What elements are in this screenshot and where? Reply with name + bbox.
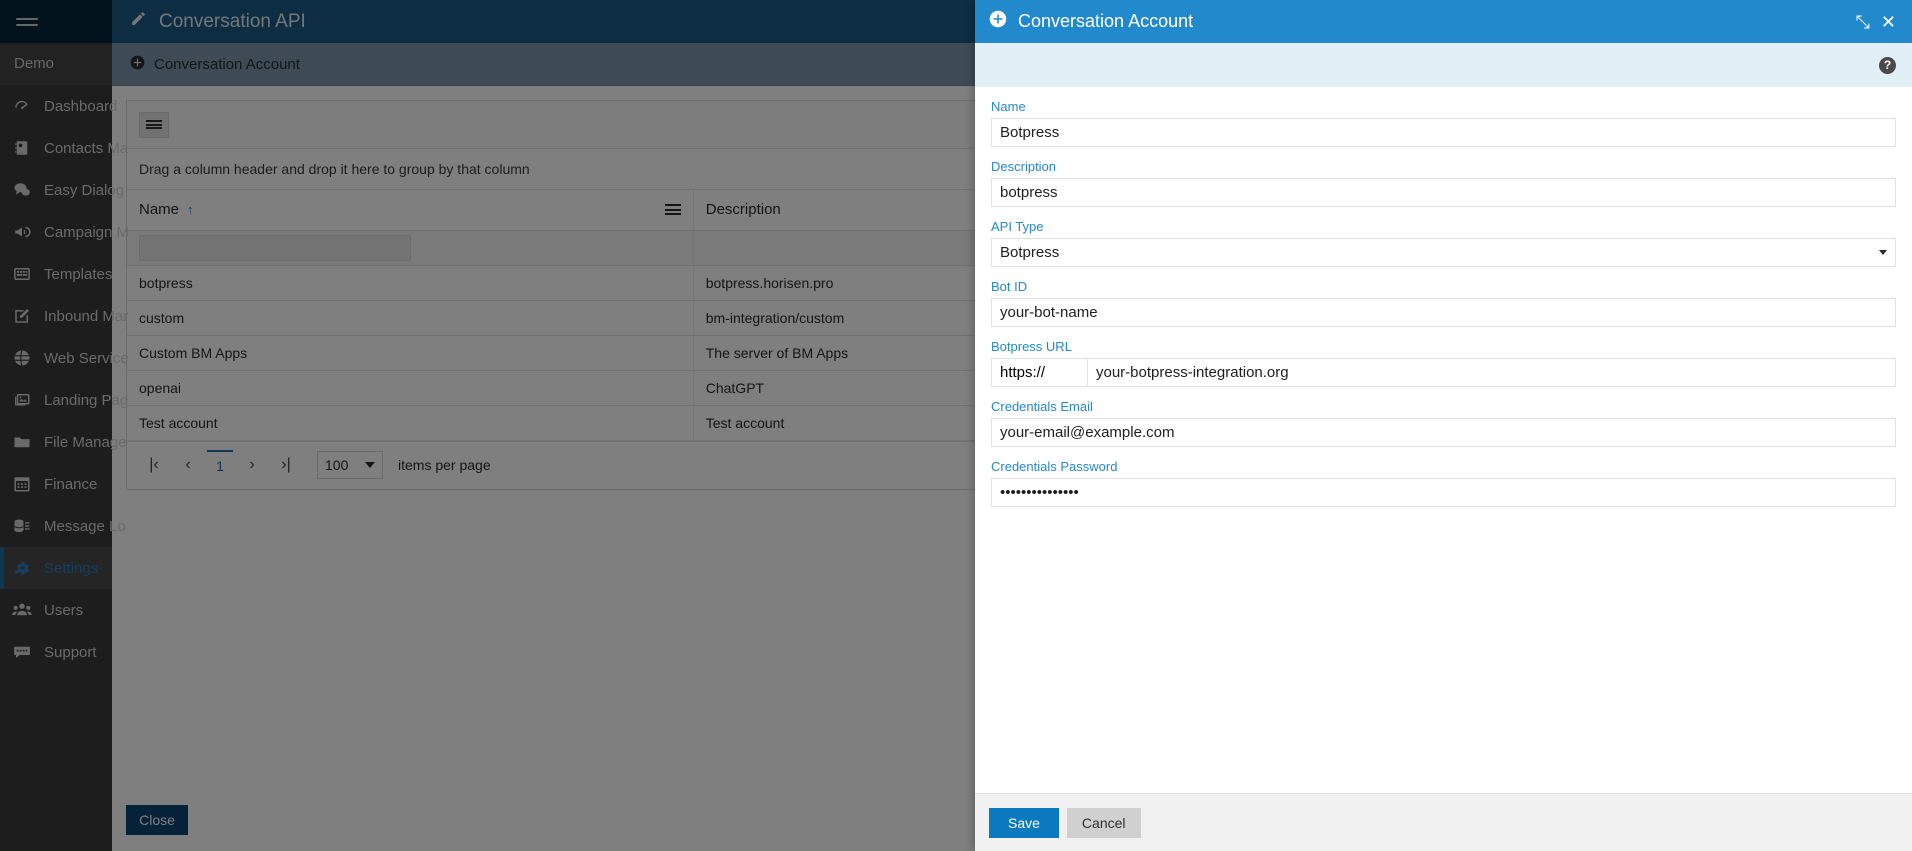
panel-body: Name Description API Type Botpress Bot ID Bo… <box>975 87 1912 793</box>
field-label-credentials-password: Credentials Password <box>991 459 1118 474</box>
field-input-credentials-password[interactable] <box>991 478 1896 507</box>
field-input-credentials-email[interactable] <box>991 418 1896 447</box>
url-row: https:// <box>991 358 1896 387</box>
chevron-down-icon <box>1879 250 1887 255</box>
field-input-name[interactable] <box>991 118 1896 147</box>
panel-title: Conversation Account <box>1018 11 1194 31</box>
field-value-api-type: Botpress <box>1000 244 1060 261</box>
field-label-botpress-url: Botpress URL <box>991 339 1072 354</box>
url-scheme-select[interactable]: https:// <box>991 358 1087 387</box>
field-label-description: Description <box>991 159 1057 174</box>
field-select-api-type[interactable]: Botpress <box>991 238 1896 267</box>
save-button[interactable]: Save <box>989 807 1059 838</box>
expand-icon[interactable]: ⤡ <box>1856 13 1870 31</box>
cancel-button[interactable]: Cancel <box>1066 807 1141 838</box>
plus-circle-icon <box>989 10 1007 33</box>
field-label-credentials-email: Credentials Email <box>991 399 1093 414</box>
url-scheme-value: https:// <box>1000 364 1046 381</box>
modal-backdrop[interactable] <box>0 0 975 851</box>
conversation-account-panel: Conversation Account ⤡ ✕ ? Name Descripti… <box>975 0 1912 851</box>
field-bot-id: Bot ID <box>991 279 1896 327</box>
url-host-input[interactable] <box>1087 358 1896 387</box>
field-description: Description <box>991 159 1896 207</box>
field-botpress-url: Botpress URL https:// <box>991 339 1896 387</box>
field-credentials-email: Credentials Email <box>991 399 1896 447</box>
field-label-name: Name <box>991 99 1026 114</box>
panel-credentials: Credentials Email Credentials Password <box>991 399 1896 507</box>
field-api-type: API Type Botpress <box>991 219 1896 267</box>
panel-footer: Save Cancel <box>975 793 1912 851</box>
panel-fields: Name Description API Type Botpress Bot ID <box>991 99 1896 327</box>
field-label-bot-id: Bot ID <box>991 279 1028 294</box>
app-root: Demo DashboardContacts MaEasy DialogCamp… <box>0 0 1912 851</box>
panel-header: Conversation Account ⤡ ✕ <box>975 0 1912 43</box>
close-icon[interactable]: ✕ <box>1881 13 1896 31</box>
help-icon[interactable]: ? <box>1879 56 1896 74</box>
field-input-bot-id[interactable] <box>991 298 1896 327</box>
field-label-api-type: API Type <box>991 219 1044 234</box>
field-name: Name <box>991 99 1896 147</box>
panel-infobar: ? <box>975 43 1912 87</box>
field-credentials-password: Credentials Password <box>991 459 1896 507</box>
field-input-description[interactable] <box>991 178 1896 207</box>
